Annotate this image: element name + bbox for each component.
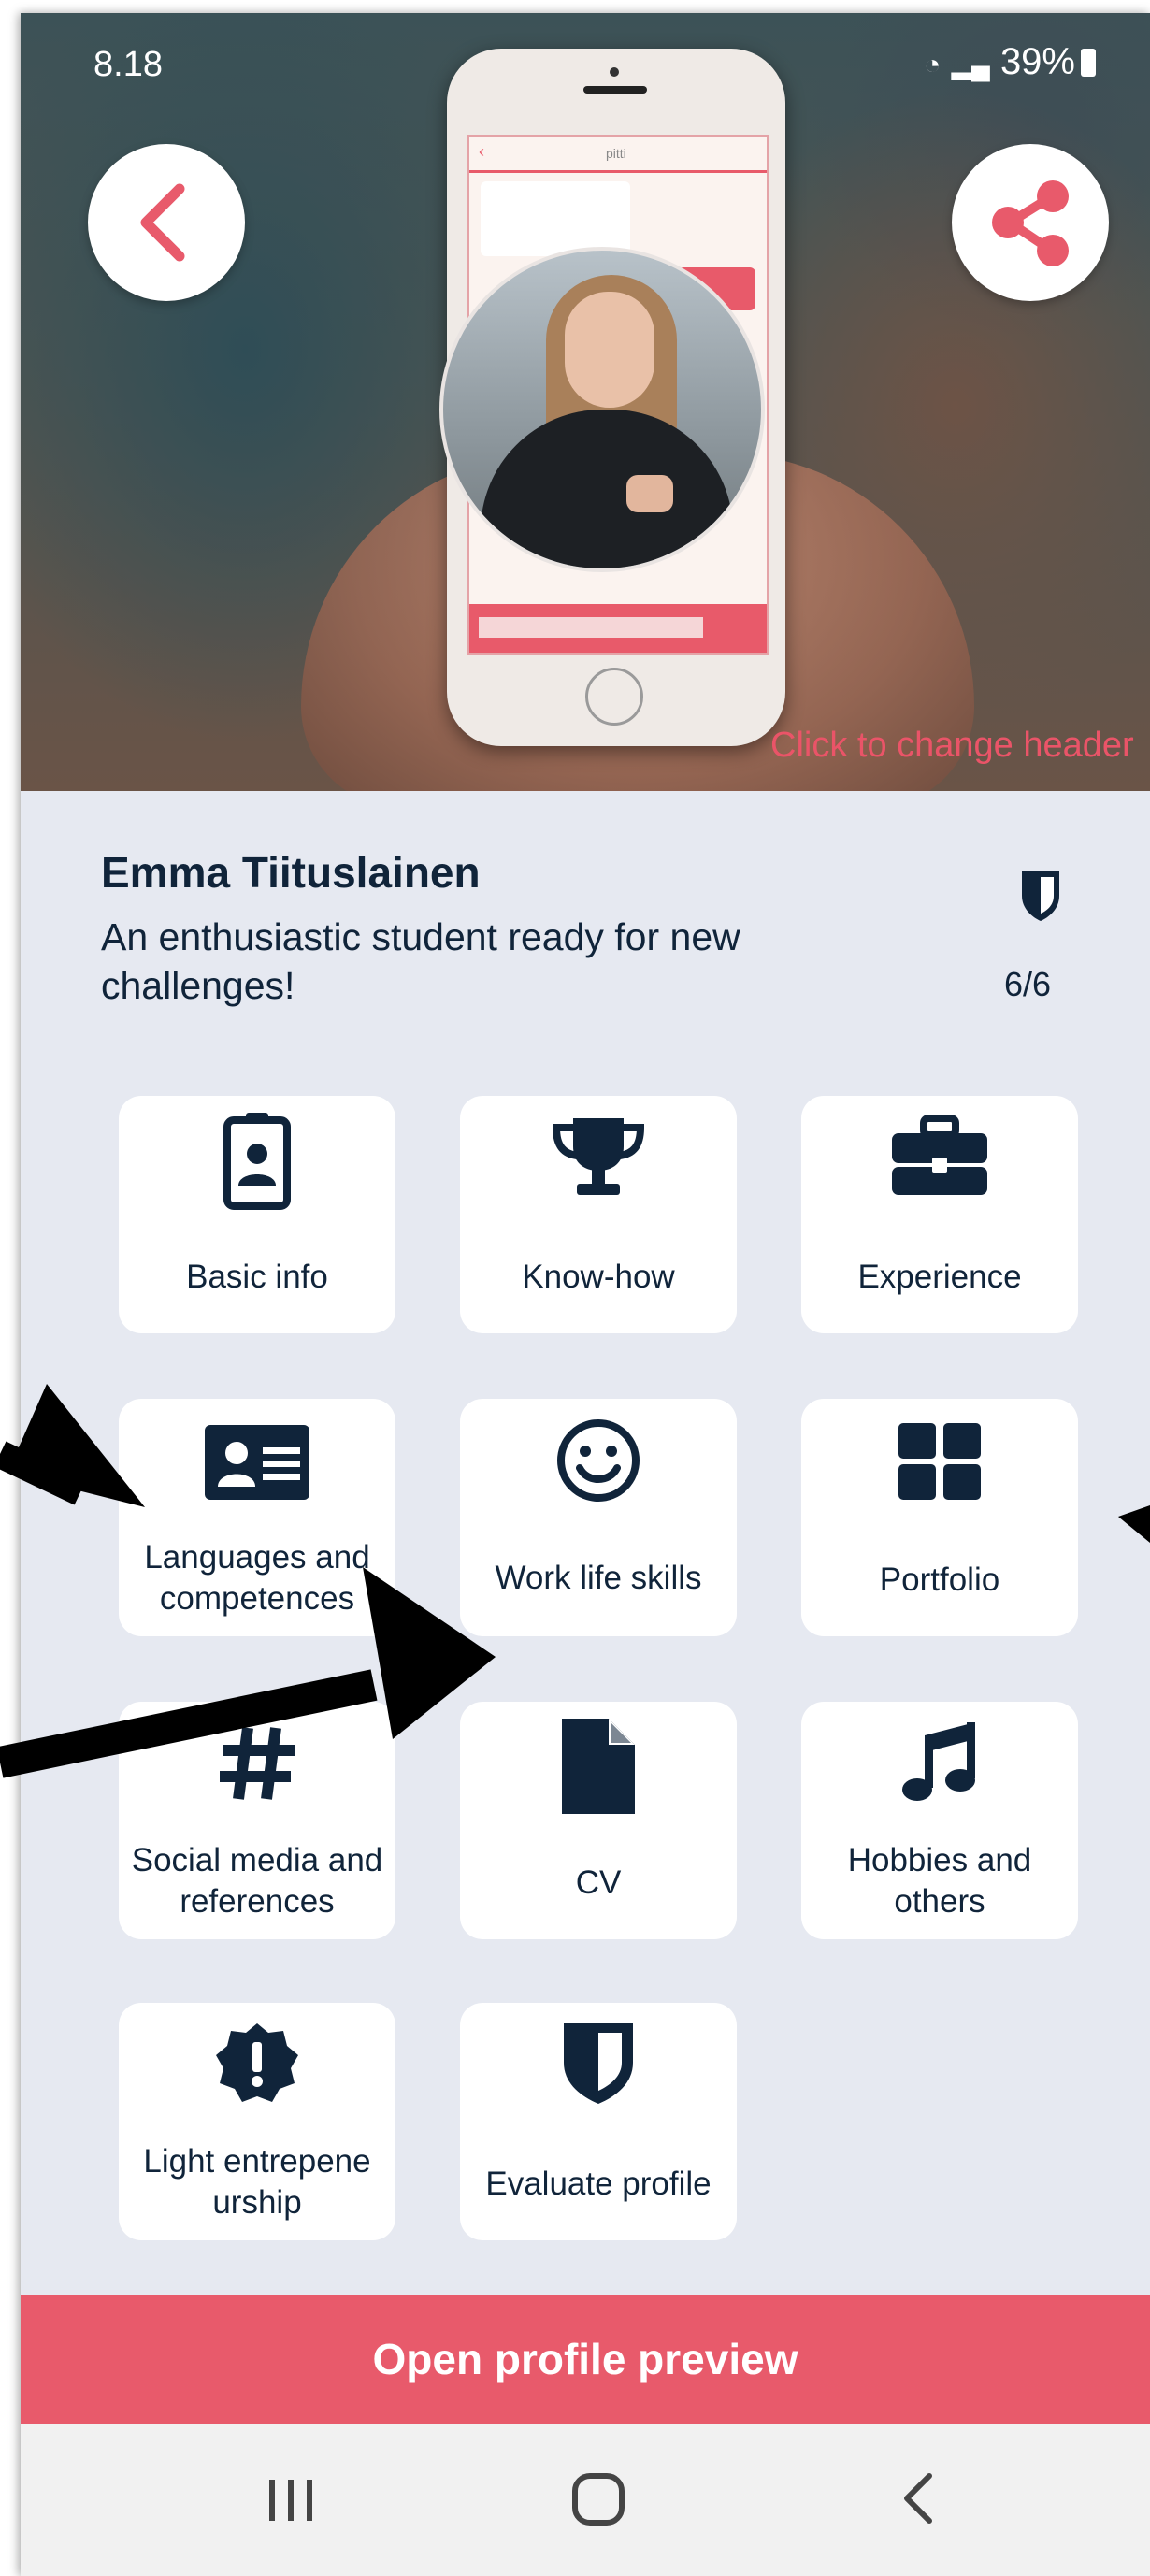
arrow-icon (0, 1567, 496, 1778)
annotation-arrows (0, 1384, 1150, 1778)
arrow-icon (0, 1384, 145, 1507)
arrow-icon (1118, 1505, 1150, 1543)
